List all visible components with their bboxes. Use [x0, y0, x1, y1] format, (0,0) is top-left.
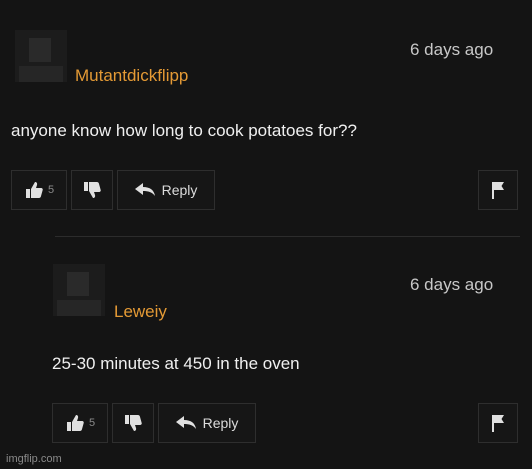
avatar[interactable] — [53, 264, 105, 316]
reply-arrow-icon — [175, 416, 196, 429]
thumbs-down-icon — [125, 415, 142, 431]
user-silhouette-icon — [53, 264, 105, 316]
flag-icon — [492, 415, 504, 432]
reply-comment: 6 days ago Leweiy 25-30 minutes at 450 i… — [0, 0, 532, 469]
comment-actions: 5 Reply — [52, 403, 256, 443]
dislike-button[interactable] — [112, 403, 154, 443]
like-button[interactable]: 5 — [52, 403, 108, 443]
like-count: 5 — [88, 417, 96, 429]
comment-thread: 6 days ago Mutantdickflipp anyone know h… — [0, 0, 532, 469]
comment-text: 25-30 minutes at 450 in the oven — [52, 354, 300, 373]
thumbs-up-icon — [66, 415, 84, 431]
reply-button[interactable]: Reply — [158, 403, 256, 443]
report-button[interactable] — [478, 403, 518, 443]
comment-username[interactable]: Leweiy — [114, 302, 167, 322]
comment-timestamp: 6 days ago — [410, 275, 494, 294]
reply-label: Reply — [202, 415, 239, 431]
watermark: imgflip.com — [6, 453, 62, 465]
